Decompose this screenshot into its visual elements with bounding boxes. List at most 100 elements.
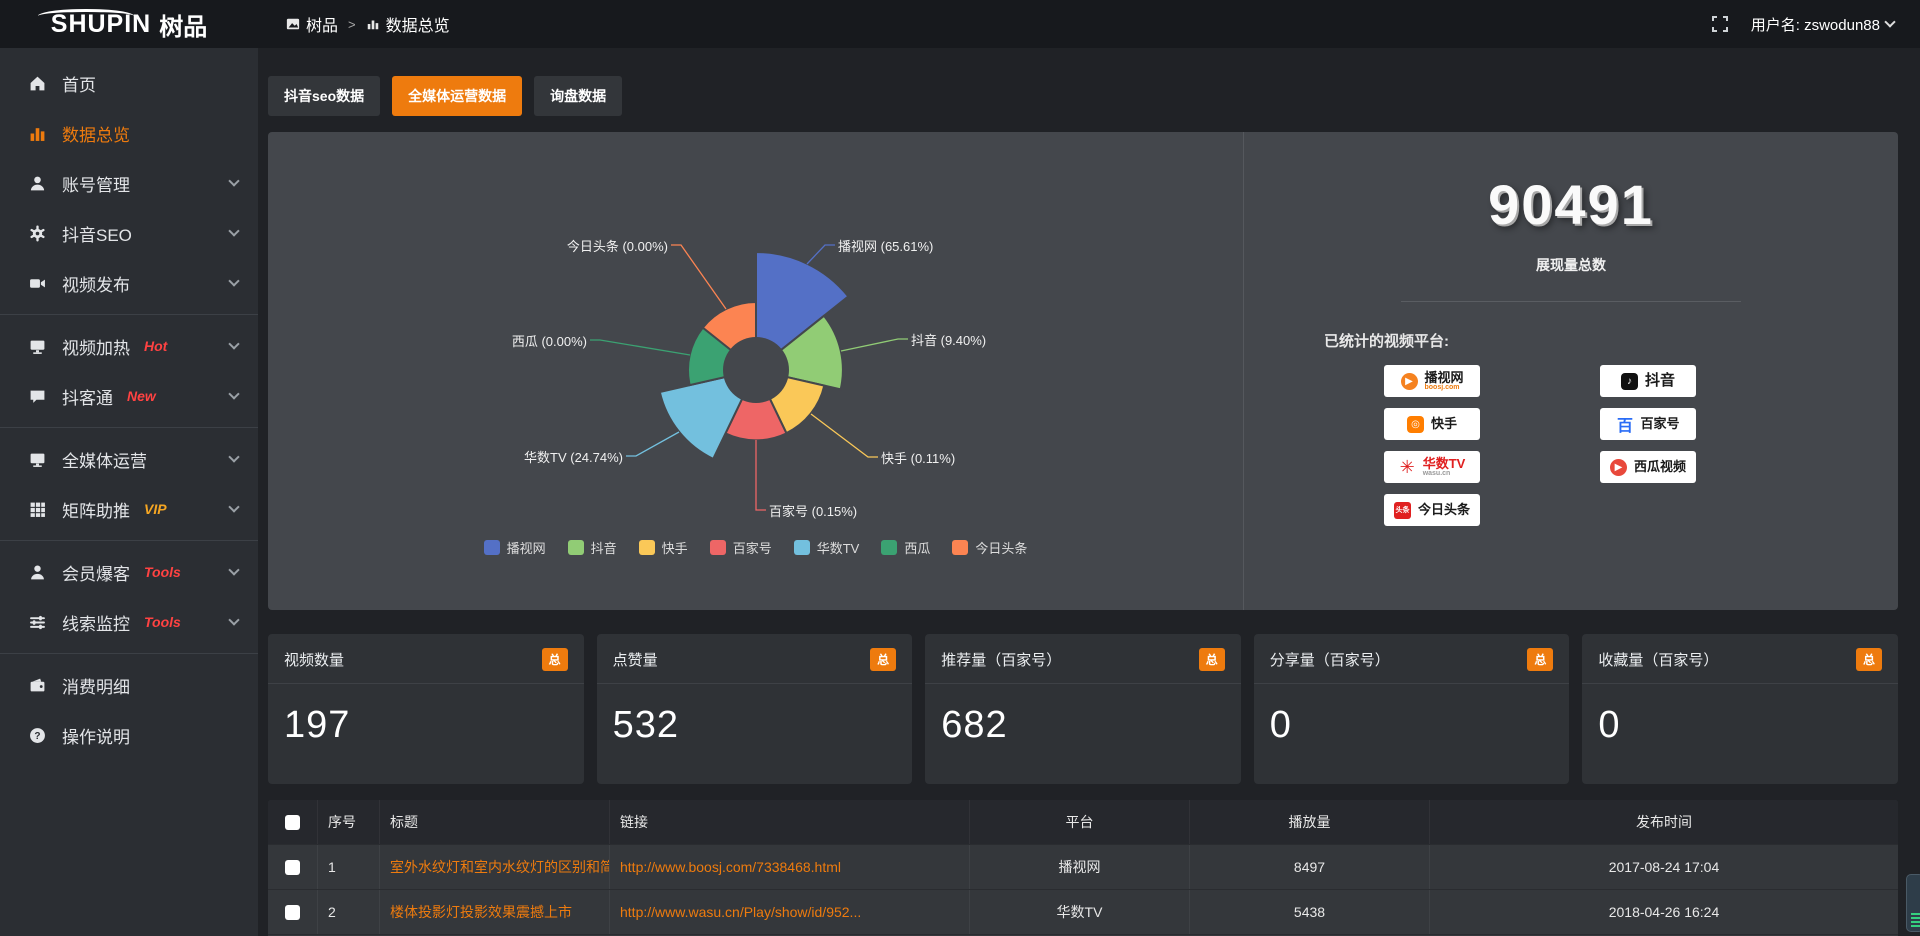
total-impressions-label: 展现量总数: [1244, 255, 1898, 275]
platform-name: 快手: [1431, 417, 1457, 431]
chevron-down-icon: [228, 338, 239, 349]
sidebar-item-matrix-boost[interactable]: 矩阵助推 VIP: [0, 484, 258, 534]
table-header-row: 序号 标题 链接 平台 播放量 发布时间: [268, 800, 1898, 844]
legend-item[interactable]: 抖音: [568, 538, 617, 557]
bar-chart-icon: [366, 17, 380, 31]
breadcrumb-label: 树品: [306, 12, 338, 36]
monitor-icon: [28, 337, 46, 355]
column-header-no: 序号: [318, 800, 380, 844]
pie-label-toutiao: 今日头条 (0.00%): [513, 236, 668, 255]
platform-badge-douyin: ♪ 抖音: [1600, 365, 1696, 397]
platform-name: 百家号: [1641, 417, 1680, 431]
legend-item[interactable]: 西瓜: [881, 538, 930, 557]
tab-omnimedia-data[interactable]: 全媒体运营数据: [392, 76, 522, 116]
platform-name: 播视网: [1425, 371, 1464, 385]
sliders-icon: [28, 613, 46, 631]
kuaishou-icon: ◎: [1407, 416, 1424, 433]
card-title: 分享量（百家号）: [1270, 649, 1390, 670]
total-badge: 总: [1856, 648, 1882, 671]
cell-url-link[interactable]: http://www.boosj.com/7338468.html: [610, 845, 970, 889]
sidebar-item-label: 抖音SEO: [62, 221, 132, 246]
sidebar-item-member-burst[interactable]: 会员爆客 Tools: [0, 547, 258, 597]
sidebar-item-label: 首页: [62, 71, 96, 96]
logo-arc: [38, 9, 134, 23]
home-icon: [28, 74, 46, 92]
sidebar-item-consumption[interactable]: 消费明细: [0, 660, 258, 710]
sidebar-item-home[interactable]: 首页: [0, 58, 258, 108]
pie-label-douyin: 抖音 (9.40%): [911, 330, 986, 349]
sidebar-item-omnimedia[interactable]: 全媒体运营: [0, 434, 258, 484]
sidebar-divider: [0, 540, 258, 541]
sidebar-item-label: 抖客通: [62, 384, 113, 409]
breadcrumb-item-current[interactable]: 数据总览: [366, 12, 450, 36]
pie-label-kuaishou: 快手 (0.11%): [881, 448, 955, 467]
douyin-note-icon: ♪: [1621, 373, 1638, 390]
platform-badge-baijiahao: 百 百家号: [1600, 408, 1696, 440]
row-checkbox[interactable]: [285, 860, 300, 875]
sidebar-item-doketong[interactable]: 抖客通 New: [0, 371, 258, 421]
card-value: 197: [268, 684, 584, 767]
total-badge: 总: [1199, 648, 1225, 671]
cell-title-link[interactable]: 室外水纹灯和室内水纹灯的区别和简介: [380, 845, 610, 889]
platform-name: 华数TV: [1423, 457, 1466, 471]
tools-badge: Tools: [144, 564, 181, 580]
sidebar-item-douyin-seo[interactable]: 抖音SEO: [0, 208, 258, 258]
sidebar-item-video-heat[interactable]: 视频加热 Hot: [0, 321, 258, 371]
breadcrumb-label: 数据总览: [386, 12, 450, 36]
rose-pie-chart[interactable]: 播视网 (65.61%) 抖音 (9.40%) 快手 (0.11%) 百家号 (…: [268, 132, 1243, 610]
column-header-plays: 播放量: [1190, 800, 1430, 844]
logo-text-cn: 树品: [159, 7, 207, 42]
legend-item[interactable]: 播视网: [484, 538, 546, 557]
chevron-down-icon: [228, 275, 239, 286]
chevron-down-icon: [228, 451, 239, 462]
legend-item[interactable]: 华数TV: [794, 538, 860, 557]
legend-label: 华数TV: [817, 538, 860, 557]
floating-widget[interactable]: [1906, 874, 1920, 932]
platform-badges: ▶ 播视网 boosj.com ◎ 快手 ✳ 华数TV wasu.cn 头条: [1244, 365, 1898, 526]
card-title: 推荐量（百家号）: [941, 649, 1061, 670]
breadcrumb-item-home[interactable]: 树品: [286, 12, 338, 36]
pie-label-huashu: 华数TV (24.74%): [498, 447, 623, 466]
chevron-down-icon: [228, 175, 239, 186]
chevron-down-icon: [228, 614, 239, 625]
sidebar-item-video-publish[interactable]: 视频发布: [0, 258, 258, 308]
legend-item[interactable]: 今日头条: [952, 538, 1027, 557]
legend-label: 百家号: [733, 538, 772, 557]
svg-text:?: ?: [34, 731, 40, 742]
platform-name: 今日头条: [1418, 503, 1470, 517]
column-header-platform: 平台: [970, 800, 1190, 844]
card-title: 点赞量: [613, 649, 658, 670]
card-value: 0: [1582, 684, 1898, 767]
card-value: 682: [925, 684, 1241, 767]
total-badge: 总: [542, 648, 568, 671]
app-logo: SHUPIN 树品: [0, 7, 258, 42]
vip-badge: VIP: [144, 501, 167, 517]
cell-title-link[interactable]: 楼体投影灯投影效果震撼上市: [380, 890, 610, 934]
chevron-down-icon: [228, 501, 239, 512]
cell-time: 2018-04-26 16:24: [1430, 890, 1898, 934]
sidebar-item-label: 操作说明: [62, 723, 130, 748]
user-menu[interactable]: 用户名: zswodun88: [1751, 14, 1894, 35]
user-icon: [28, 174, 46, 192]
legend-item[interactable]: 百家号: [710, 538, 772, 557]
tab-douyin-seo-data[interactable]: 抖音seo数据: [268, 76, 380, 116]
sidebar-item-label: 视频发布: [62, 271, 130, 296]
chevron-down-icon: [228, 388, 239, 399]
total-badge: 总: [870, 648, 896, 671]
chevron-down-icon: [1884, 16, 1895, 27]
sidebar-item-account[interactable]: 账号管理: [0, 158, 258, 208]
cell-no: 1: [318, 845, 380, 889]
fullscreen-icon[interactable]: [1711, 15, 1729, 33]
row-checkbox[interactable]: [285, 905, 300, 920]
legend-item[interactable]: 快手: [639, 538, 688, 557]
sidebar-item-help[interactable]: ? 操作说明: [0, 710, 258, 760]
legend-label: 今日头条: [975, 538, 1027, 557]
sidebar-item-label: 视频加热: [62, 334, 130, 359]
sidebar-item-data-overview[interactable]: 数据总览: [0, 108, 258, 158]
tab-inquiry-data[interactable]: 询盘数据: [534, 76, 622, 116]
gear-icon: [28, 224, 46, 242]
stat-card-shares: 分享量（百家号）总 0: [1254, 634, 1570, 784]
select-all-checkbox[interactable]: [285, 815, 300, 830]
sidebar-item-lead-monitor[interactable]: 线索监控 Tools: [0, 597, 258, 647]
cell-url-link[interactable]: http://www.wasu.cn/Play/show/id/952...: [610, 890, 970, 934]
